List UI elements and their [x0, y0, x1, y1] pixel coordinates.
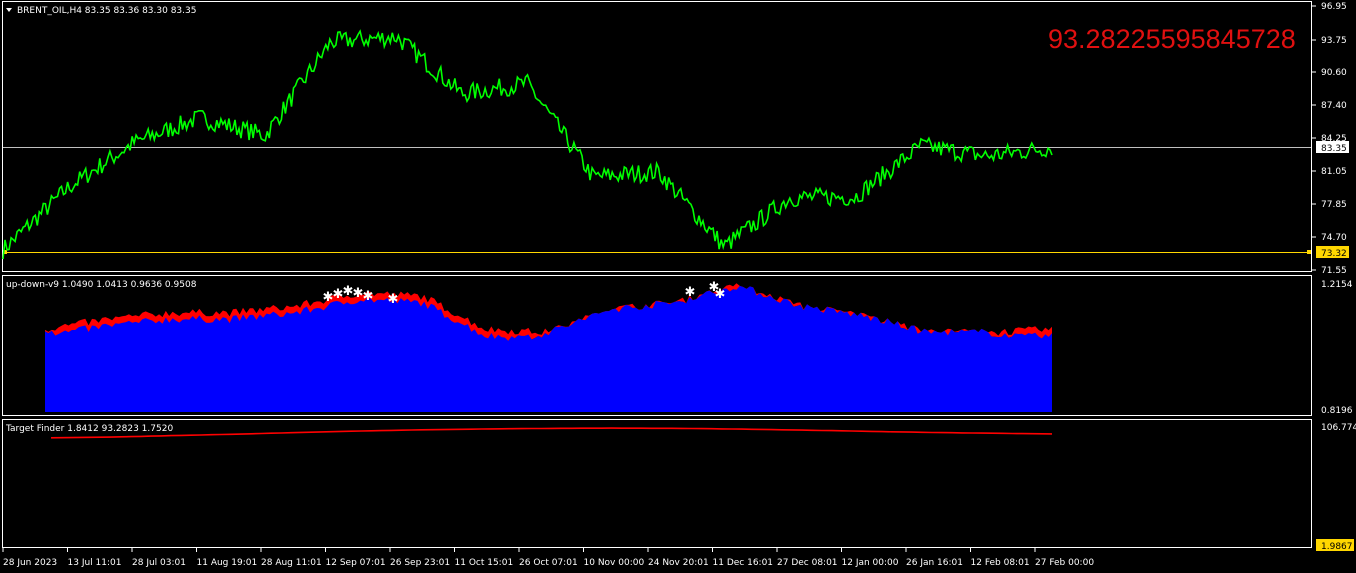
- time-tick-label: 26 Sep 23:01: [390, 558, 450, 568]
- time-tick-label: 12 Sep 07:01: [326, 558, 386, 568]
- updown-label: up-down-v9 1.0490 1.0413 0.9636 0.9508: [6, 280, 197, 290]
- updown-axis-top: 1.2154: [1321, 280, 1353, 290]
- target-line: [50, 427, 1053, 439]
- symbol-line: BRENT_OIL,H4 83.35 83.36 83.30 83.35: [17, 6, 196, 16]
- time-tick-label: 28 Jun 2023: [3, 558, 57, 568]
- time-tick-label: 10 Nov 00:00: [584, 558, 645, 568]
- time-tick-label: 12 Jan 00:00: [842, 558, 899, 568]
- triangle-down-icon[interactable]: [6, 8, 12, 12]
- support-line-handle-right[interactable]: [1307, 250, 1311, 254]
- time-tick-label: 26 Oct 07:01: [519, 558, 578, 568]
- trading-chart[interactable]: ✱ ✱ ✱ ✱ ✱ ✱ ✱ ✱✱ BRENT_OIL,H4 83.35 83.36 83.30…: [0, 0, 1356, 573]
- time-tick-label: 11 Dec 16:01: [713, 558, 774, 568]
- time-tick-label: 24 Nov 20:01: [648, 558, 709, 568]
- price-line: [2, 29, 1053, 260]
- target-label: Target Finder 1.8412 93.2823 1.7520: [5, 424, 173, 434]
- price-tick: 90.60: [1321, 68, 1347, 78]
- time-tick-label: 11 Aug 19:01: [197, 558, 258, 568]
- price-tick: 77.85: [1321, 200, 1347, 210]
- star-icon: ✱: [363, 289, 374, 304]
- price-series: [2, 29, 1053, 260]
- time-tick-label: 27 Dec 08:01: [777, 558, 838, 568]
- price-tick: 87.40: [1321, 101, 1347, 111]
- support-price-value: 73.32: [1321, 249, 1347, 259]
- time-tick-label: 26 Jan 16:01: [906, 558, 963, 568]
- price-axis: 96.95 93.75 90.60 87.40 84.25 81.05 77.8…: [1311, 2, 1347, 276]
- time-tick-label: 27 Feb 00:00: [1035, 558, 1094, 568]
- price-tick: 71.55: [1321, 266, 1347, 276]
- time-axis: 28 Jun 2023 13 Jul 11:01 28 Jul 03:01 11 Au…: [2, 548, 1094, 568]
- star-icon: ✱: [715, 287, 726, 302]
- current-price-value: 83.35: [1321, 144, 1347, 154]
- updown-histogram: [45, 283, 1052, 412]
- target-series: [50, 427, 1053, 439]
- price-tick: 81.05: [1321, 167, 1347, 177]
- big-value: 93.28225595845728: [1048, 24, 1296, 54]
- target-axis-bottom: 1.9867: [1321, 542, 1353, 552]
- star-icon: ✱: [685, 285, 696, 300]
- price-tick: 74.70: [1321, 233, 1347, 243]
- updown-axis-bottom: 0.8196: [1321, 406, 1353, 416]
- target-axis-top: 106.7746: [1321, 423, 1356, 433]
- price-tick: 93.75: [1321, 36, 1347, 46]
- time-tick-label: 12 Feb 08:01: [971, 558, 1030, 568]
- time-tick-label: 11 Oct 15:01: [455, 558, 514, 568]
- time-tick-label: 28 Jul 03:01: [132, 558, 186, 568]
- time-tick-label: 13 Jul 11:01: [68, 558, 122, 568]
- target-panel-frame: [2, 419, 1312, 548]
- star-icon: ✱: [388, 292, 399, 307]
- price-tick: 96.95: [1321, 2, 1347, 12]
- time-tick-label: 28 Aug 11:01: [261, 558, 322, 568]
